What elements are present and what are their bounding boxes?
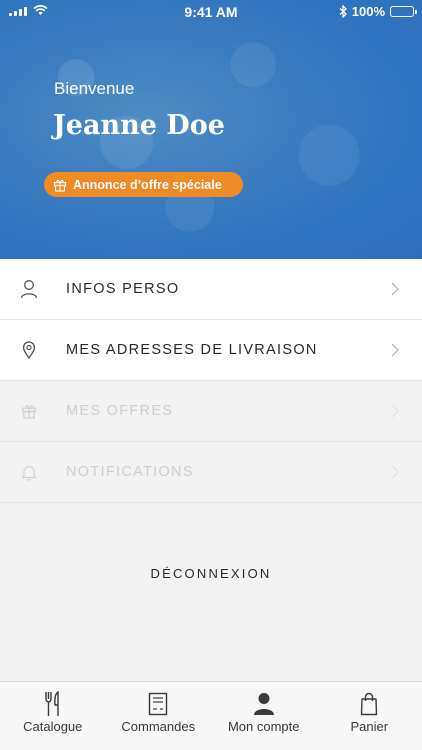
special-offer-label: Annonce d’offre spéciale xyxy=(73,177,222,192)
shopping-bag-icon xyxy=(317,691,422,717)
status-bar: 9:41 AM 100% xyxy=(0,0,422,24)
menu-item-label: MES OFFRES xyxy=(66,403,174,419)
menu-item-delivery-addresses[interactable]: MES ADRESSES DE LIVRAISON xyxy=(0,320,422,381)
welcome-text: Bienvenue xyxy=(54,79,135,98)
user-name: Jeanne Doe xyxy=(53,110,225,141)
receipt-icon xyxy=(106,691,212,717)
gift-icon xyxy=(20,401,38,421)
location-pin-icon xyxy=(20,340,38,360)
chevron-right-icon xyxy=(391,404,399,418)
chevron-right-icon xyxy=(391,343,399,357)
tab-label: Panier xyxy=(350,719,389,734)
account-menu: INFOS PERSO MES ADRESSES DE LIVRAISON ME… xyxy=(0,259,422,503)
menu-item-label: MES ADRESSES DE LIVRAISON xyxy=(66,342,318,358)
battery-icon xyxy=(390,6,417,17)
logout-button[interactable]: DÉCONNEXION xyxy=(0,566,422,581)
tab-label: Commandes xyxy=(121,719,196,734)
user-filled-icon xyxy=(211,691,317,717)
tab-bar: Catalogue Commandes Mon compte Panier xyxy=(0,681,422,750)
chevron-right-icon xyxy=(391,282,399,296)
tab-commandes[interactable]: Commandes xyxy=(106,682,212,750)
gift-icon xyxy=(53,179,67,192)
profile-header: 9:41 AM 100% Bienvenue Jeanne Doe Annonc… xyxy=(0,0,422,259)
tab-catalogue[interactable]: Catalogue xyxy=(0,682,106,750)
menu-item-notifications[interactable]: NOTIFICATIONS xyxy=(0,442,422,503)
tab-panier[interactable]: Panier xyxy=(317,682,422,750)
menu-item-label: NOTIFICATIONS xyxy=(66,464,194,480)
special-offer-button[interactable]: Annonce d’offre spéciale xyxy=(44,172,243,197)
chevron-right-icon xyxy=(391,465,399,479)
tab-mon-compte[interactable]: Mon compte xyxy=(211,682,317,750)
fork-knife-icon xyxy=(0,691,106,717)
menu-item-label: INFOS PERSO xyxy=(66,281,180,297)
account-screen: 9:41 AM 100% Bienvenue Jeanne Doe Annonc… xyxy=(0,0,422,750)
person-icon xyxy=(20,279,38,299)
tab-label: Mon compte xyxy=(227,719,300,734)
bell-icon xyxy=(20,462,38,482)
menu-item-personal-info[interactable]: INFOS PERSO xyxy=(0,259,422,320)
bluetooth-icon xyxy=(339,5,347,18)
status-right: 100% xyxy=(339,4,417,19)
tab-label: Catalogue xyxy=(23,719,83,734)
battery-percent: 100% xyxy=(351,4,385,19)
menu-item-my-offers[interactable]: MES OFFRES xyxy=(0,381,422,442)
